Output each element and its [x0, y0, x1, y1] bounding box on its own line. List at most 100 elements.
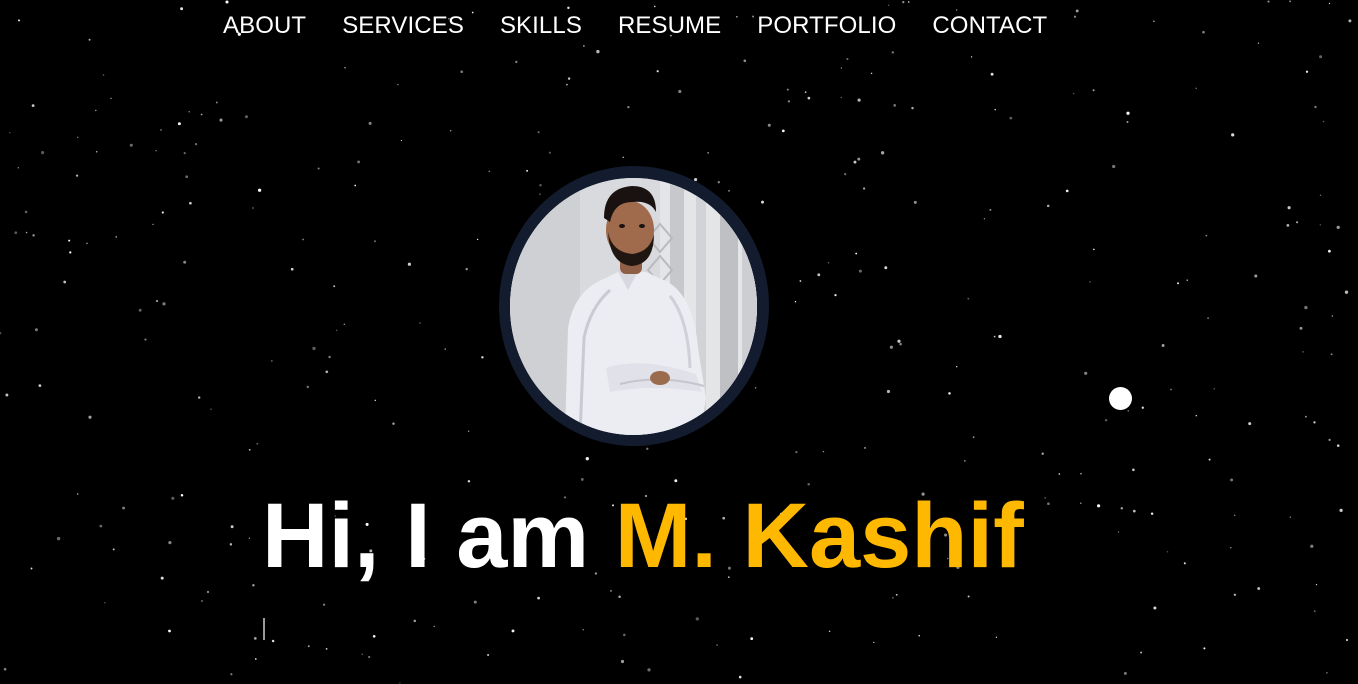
star [399, 682, 401, 684]
nav-resume[interactable]: RESUME [600, 11, 739, 41]
star [63, 280, 67, 284]
star [1319, 224, 1321, 226]
star [1183, 562, 1186, 565]
star [433, 625, 436, 628]
star [392, 422, 395, 425]
star [252, 584, 255, 587]
star [162, 302, 166, 306]
nav-about[interactable]: ABOUT [205, 11, 324, 41]
star [990, 72, 994, 76]
star [248, 448, 251, 451]
star [827, 262, 830, 264]
star [1195, 414, 1198, 417]
nav-skills[interactable]: SKILLS [482, 11, 600, 41]
nav-services[interactable]: SERVICES [324, 11, 482, 41]
star [1132, 509, 1136, 513]
star [122, 506, 126, 510]
star [511, 629, 515, 633]
star [419, 322, 421, 324]
star [750, 637, 754, 641]
star [728, 189, 730, 192]
star [1314, 105, 1317, 109]
avatar [510, 178, 757, 435]
star [844, 173, 847, 176]
star [983, 218, 986, 220]
star [857, 157, 861, 161]
star [230, 525, 234, 529]
star [1126, 111, 1130, 115]
star [225, 0, 229, 4]
star [413, 619, 417, 623]
star [69, 251, 72, 254]
star [229, 543, 233, 546]
star [1230, 547, 1232, 549]
star [888, 4, 890, 6]
star [481, 356, 484, 359]
star [537, 131, 540, 134]
star [1230, 478, 1234, 482]
star [38, 384, 42, 387]
star [185, 175, 189, 179]
star [580, 477, 584, 481]
star [95, 150, 98, 153]
star [972, 436, 975, 439]
star [372, 635, 376, 638]
star [1132, 468, 1135, 472]
star [834, 293, 837, 297]
star [799, 280, 802, 282]
star [674, 479, 678, 483]
star [857, 98, 861, 102]
star [168, 541, 172, 545]
star [1326, 671, 1328, 674]
star [678, 89, 682, 94]
star [548, 151, 551, 154]
star [1313, 421, 1316, 424]
star [322, 603, 326, 606]
star [539, 184, 542, 187]
profile-photo [510, 178, 757, 435]
star [152, 223, 154, 226]
star [622, 633, 626, 637]
star [1126, 121, 1129, 123]
star [17, 19, 21, 22]
star [88, 38, 91, 41]
star [913, 200, 917, 204]
star [25, 231, 28, 234]
star [1286, 224, 1290, 227]
star [306, 385, 310, 389]
star [846, 58, 849, 61]
star [328, 355, 331, 359]
star [188, 111, 190, 113]
star [1166, 551, 1169, 553]
star [1186, 279, 1188, 281]
star [967, 297, 970, 300]
nav-contact[interactable]: CONTACT [914, 11, 1065, 41]
star [1084, 371, 1088, 375]
star [840, 96, 842, 99]
star [1231, 133, 1235, 137]
star [115, 236, 117, 238]
star [716, 644, 718, 646]
star [754, 387, 757, 389]
star [1330, 353, 1333, 356]
star [171, 496, 175, 500]
nav-portfolio[interactable]: PORTFOLIO [739, 11, 914, 41]
star [1313, 610, 1316, 612]
star [1080, 472, 1082, 475]
star [1254, 274, 1258, 278]
star [828, 630, 831, 633]
star [336, 329, 338, 331]
star [138, 308, 142, 312]
star [863, 187, 866, 190]
star [567, 6, 570, 10]
star [155, 299, 159, 303]
star [343, 323, 345, 325]
star [1331, 315, 1333, 317]
star [307, 645, 310, 648]
star [1287, 206, 1291, 210]
star [1339, 508, 1343, 513]
star [948, 392, 951, 395]
star [807, 96, 811, 100]
star [257, 188, 262, 192]
star [840, 67, 843, 69]
